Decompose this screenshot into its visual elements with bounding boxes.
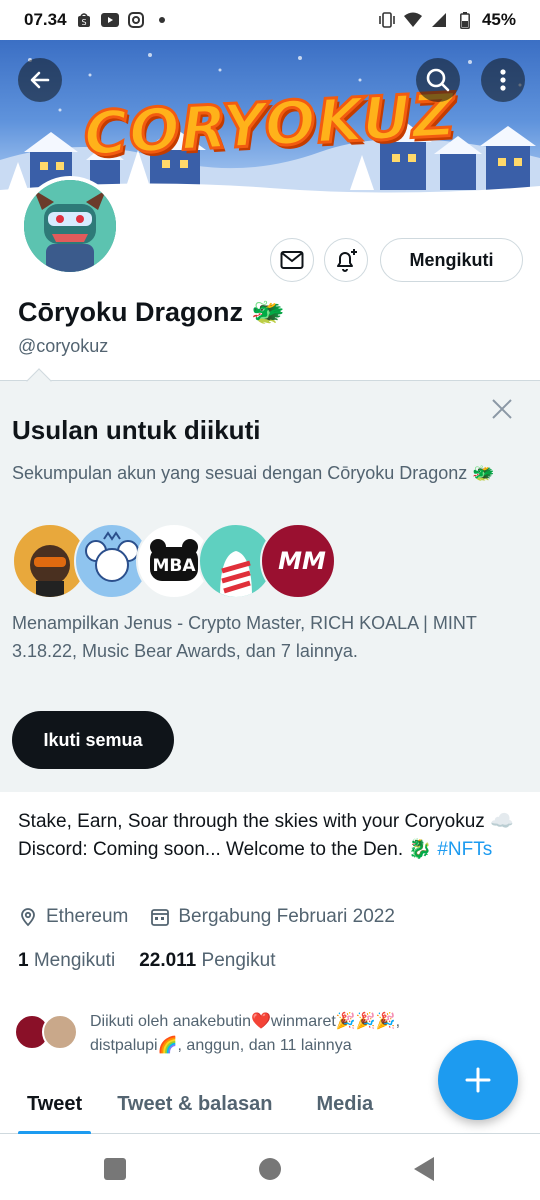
joined-text: Bergabung Februari 2022 [178, 906, 395, 927]
suggested-accounts-text: Menampilkan Jenus - Crypto Master, RICH … [12, 613, 477, 661]
followers-count-link[interactable]: 22.011 Pengikut [139, 950, 275, 972]
following-label: Mengikuti [33, 950, 116, 971]
svg-text:S: S [81, 18, 86, 27]
following-button[interactable]: Mengikuti [380, 238, 523, 282]
tab-label: Tweet [27, 1093, 83, 1115]
suggestions-description: Sekumpulan akun yang sesuai dengan Cōryo… [12, 463, 495, 483]
dragon-emoji: 🐲 [251, 297, 285, 327]
search-icon [426, 68, 450, 92]
system-back-button[interactable] [414, 1157, 434, 1181]
tab-label: Tweet & balasan [117, 1093, 273, 1115]
wifi-icon [403, 11, 422, 29]
home-button[interactable] [259, 1158, 281, 1180]
location-item: Ethereum [18, 906, 128, 928]
following-count-link[interactable]: 1 Mengikuti [18, 950, 115, 972]
plus-icon [465, 1067, 491, 1093]
vertical-dots-icon [500, 69, 506, 91]
follow-all-button[interactable]: Ikuti semua [12, 711, 174, 769]
compose-tweet-button[interactable] [438, 1040, 518, 1120]
shopping-bag-icon: S [75, 11, 93, 29]
followed-by-avatars [14, 1014, 80, 1050]
username-handle: @coryokuz [18, 336, 109, 356]
tab-media[interactable]: Media [316, 1076, 373, 1134]
tab-tweets[interactable]: Tweet [18, 1076, 92, 1135]
follower-avatar [42, 1014, 78, 1050]
followers-label: Pengikut [201, 950, 276, 971]
bell-plus-icon [337, 249, 357, 272]
status-time: 07.34 [24, 10, 67, 29]
following-count: 1 [18, 950, 29, 971]
notifications-button[interactable] [324, 238, 368, 282]
more-options-button[interactable] [481, 58, 525, 102]
recent-apps-button[interactable] [104, 1158, 126, 1180]
followed-by-row[interactable]: Diikuti oleh anakebutin❤️winmaret🎉🎉🎉, di… [14, 1010, 464, 1058]
back-button[interactable] [18, 58, 62, 102]
location-pin-icon [21, 908, 35, 927]
followers-count: 22.011 [139, 950, 197, 971]
suggested-avatars[interactable]: MBA MM [12, 523, 336, 599]
arrow-left-icon [30, 71, 50, 89]
svg-text:MM: MM [278, 547, 326, 575]
suggestions-title: Usulan untuk diikuti [12, 415, 261, 445]
instagram-icon [127, 11, 145, 29]
signal-icon [430, 11, 448, 29]
location-text: Ethereum [46, 906, 129, 927]
display-name-text: Cōryoku Dragonz [18, 296, 244, 327]
calendar-icon [151, 909, 170, 926]
follow-counts: 1 Mengikuti 22.011 Pengikut [18, 950, 276, 972]
vibrate-icon [378, 11, 396, 29]
profile-avatar[interactable] [20, 176, 120, 276]
dismiss-suggestions-button[interactable] [488, 395, 516, 423]
followed-by-text: Diikuti oleh anakebutin❤️winmaret🎉🎉🎉, di… [90, 1013, 401, 1054]
dot-icon [153, 11, 171, 29]
profile-meta: Ethereum Bergabung Februari 2022 [18, 906, 409, 928]
panel-notch [26, 368, 52, 394]
close-icon [492, 399, 512, 419]
profile-bio: Stake, Earn, Soar through the skies with… [18, 808, 524, 864]
status-bar: 07.34 S 45% [0, 0, 540, 40]
svg-text:MBA: MBA [152, 556, 196, 576]
display-name: Cōryoku Dragonz 🐲 [18, 296, 285, 328]
mail-icon [280, 251, 304, 269]
tab-label: Media [316, 1093, 374, 1115]
mm-avatar[interactable]: MM [260, 523, 336, 599]
battery-icon [456, 11, 474, 29]
follow-suggestions-panel: Usulan untuk diikuti Sekumpulan akun yan… [0, 368, 540, 792]
tab-tweets-replies[interactable]: Tweet & balasan [117, 1076, 272, 1134]
message-button[interactable] [270, 238, 314, 282]
system-navigation-bar [0, 1134, 540, 1200]
dragon-avatar-image [24, 180, 116, 272]
battery-percent: 45% [481, 10, 516, 29]
search-button[interactable] [416, 58, 460, 102]
nfts-hashtag-link[interactable]: #NFTs [437, 839, 492, 860]
youtube-icon [100, 11, 119, 29]
joined-item: Bergabung Februari 2022 [150, 906, 395, 928]
